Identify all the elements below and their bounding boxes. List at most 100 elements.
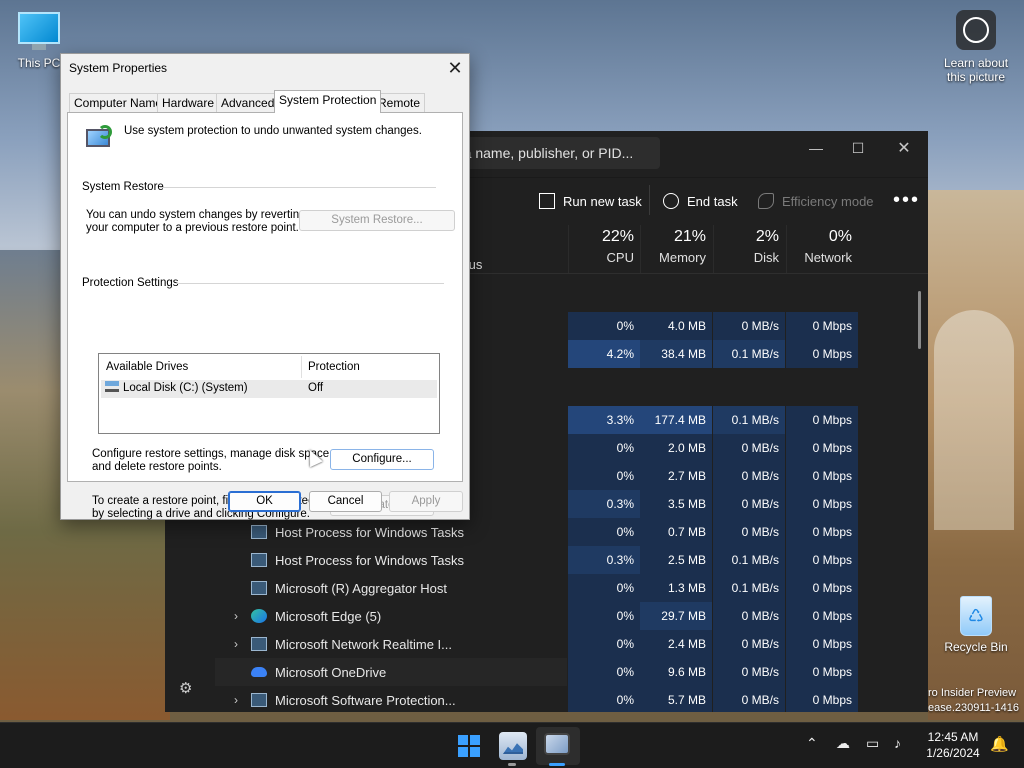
cell-disk: 0.1 MB/s bbox=[713, 406, 785, 434]
intro-text: Use system protection to undo unwanted s… bbox=[124, 125, 422, 137]
close-icon[interactable]: ✕ bbox=[441, 56, 469, 80]
tab-system-protection[interactable]: System Protection bbox=[274, 90, 382, 113]
disk-total: 2% bbox=[755, 228, 779, 245]
chevron-right-icon[interactable]: › bbox=[229, 693, 243, 707]
cell-memory: 2.7 MB bbox=[640, 462, 712, 490]
end-task-button[interactable]: End task bbox=[663, 187, 738, 215]
disk-label: Disk bbox=[753, 250, 779, 265]
process-row[interactable]: › Microsoft Network Realtime I... bbox=[229, 630, 452, 658]
cell-cpu: 0% bbox=[568, 434, 640, 462]
scrollbar-thumb[interactable] bbox=[918, 291, 921, 349]
maximize-icon[interactable]: ☐ bbox=[835, 135, 881, 161]
process-name: Microsoft OneDrive bbox=[275, 664, 387, 680]
tab-advanced[interactable]: Advanced bbox=[216, 93, 280, 112]
minimize-icon[interactable]: — bbox=[793, 135, 839, 161]
dialog-title: System Properties bbox=[69, 61, 168, 75]
column-header-cpu[interactable]: 22% CPU bbox=[568, 225, 640, 273]
ok-button[interactable]: OK bbox=[228, 491, 301, 512]
configure-button[interactable]: Configure... bbox=[330, 449, 434, 470]
cell-disk: 0.1 MB/s bbox=[713, 574, 785, 602]
cell-cpu: 4.2% bbox=[568, 340, 640, 368]
column-header-drives[interactable]: Available Drives bbox=[99, 356, 301, 378]
cell-cpu: 0% bbox=[568, 658, 640, 686]
notification-bell-icon[interactable]: 🔔 bbox=[990, 735, 1009, 753]
start-button[interactable] bbox=[455, 732, 483, 760]
desktop-icon-label: Recycle Bin bbox=[944, 640, 1008, 654]
tab-computer-name[interactable]: Computer Name bbox=[69, 93, 168, 112]
efficiency-mode-button[interactable]: Efficiency mode bbox=[758, 187, 874, 215]
process-name: Microsoft Network Realtime I... bbox=[275, 636, 452, 652]
watermark-line-1: ro Insider Preview bbox=[928, 687, 1017, 699]
cell-network: 0 Mbps bbox=[786, 490, 858, 518]
start-tile bbox=[458, 747, 468, 757]
window-process-icon bbox=[251, 525, 267, 539]
search-input[interactable]: e a name, publisher, or PID... bbox=[452, 145, 633, 161]
cell-network: 0 Mbps bbox=[786, 546, 858, 574]
taskbar: ⌃ ☁ ▭ ♪ 12:45 AM 1/26/2024 🔔 bbox=[0, 722, 1024, 768]
task-manager-taskbar-icon[interactable] bbox=[499, 732, 527, 760]
build-watermark: ro Insider Preview ease.230911-1416 bbox=[928, 686, 1019, 716]
cancel-button[interactable]: Cancel bbox=[309, 491, 382, 512]
cell-disk: 0 MB/s bbox=[713, 490, 785, 518]
cell-network: 0 Mbps bbox=[786, 518, 858, 546]
cell-cpu: 0% bbox=[568, 630, 640, 658]
configure-text-1: Configure restore settings, manage disk … bbox=[92, 448, 333, 460]
clock-time: 12:45 AM bbox=[927, 730, 979, 744]
gear-icon[interactable]: ⚙ bbox=[179, 679, 192, 697]
process-row[interactable]: Microsoft (R) Aggregator Host bbox=[229, 574, 447, 602]
drive-protection: Off bbox=[308, 382, 324, 394]
process-row[interactable]: › Microsoft Software Protection... bbox=[229, 686, 456, 712]
chevron-right-icon[interactable]: › bbox=[229, 609, 243, 623]
cell-network: 0 Mbps bbox=[786, 406, 858, 434]
process-row[interactable]: Microsoft OneDrive bbox=[215, 658, 567, 686]
process-row[interactable]: Host Process for Windows Tasks bbox=[229, 546, 464, 574]
onedrive-icon[interactable]: ☁ bbox=[836, 735, 850, 752]
run-new-task-button[interactable]: Run new task bbox=[539, 187, 642, 215]
memory-total: 21% bbox=[673, 228, 706, 245]
monitor-stand bbox=[32, 44, 46, 50]
cell-disk: 0 MB/s bbox=[713, 630, 785, 658]
close-icon[interactable]: ✕ bbox=[881, 135, 927, 161]
system-properties-dialog: System Properties ✕ Computer Name Hardwa… bbox=[60, 53, 470, 520]
cell-network: 0 Mbps bbox=[786, 686, 858, 712]
desktop-icon-learn-about-picture[interactable]: Learn about this picture bbox=[938, 10, 1014, 84]
cell-network: 0 Mbps bbox=[786, 574, 858, 602]
chevron-up-icon[interactable]: ⌃ bbox=[806, 735, 818, 752]
drives-list[interactable]: Available Drives Protection Local Disk (… bbox=[98, 353, 440, 434]
network-label: Network bbox=[804, 250, 852, 265]
cell-cpu: 0.3% bbox=[568, 490, 640, 518]
drive-row[interactable]: Local Disk (C:) (System) Off bbox=[101, 380, 437, 398]
process-name: Microsoft Software Protection... bbox=[275, 692, 456, 708]
chevron-right-icon[interactable]: › bbox=[229, 637, 243, 651]
network-icon[interactable]: ▭ bbox=[866, 735, 879, 752]
cell-disk: 0 MB/s bbox=[713, 658, 785, 686]
cell-memory: 29.7 MB bbox=[640, 602, 712, 630]
restore-text-2: your computer to a previous restore poin… bbox=[86, 222, 299, 234]
cell-network: 0 Mbps bbox=[786, 434, 858, 462]
more-options-button[interactable]: ••• bbox=[893, 189, 920, 212]
process-row[interactable]: Host Process for Windows Tasks bbox=[229, 518, 464, 546]
cell-memory: 3.5 MB bbox=[640, 490, 712, 518]
monitor-icon bbox=[18, 12, 60, 44]
desktop-icon-recycle-bin[interactable]: Recycle Bin bbox=[940, 596, 1012, 654]
process-row[interactable]: › Microsoft Edge (5) bbox=[229, 602, 381, 630]
tab-hardware[interactable]: Hardware bbox=[157, 93, 220, 112]
disk-icon bbox=[105, 381, 119, 392]
window-process-icon bbox=[251, 581, 267, 595]
process-name: Microsoft Edge (5) bbox=[275, 608, 382, 624]
volume-muted-icon[interactable]: ♪ bbox=[894, 735, 901, 751]
add-task-icon bbox=[539, 193, 555, 209]
configure-text-2: and delete restore points. bbox=[92, 461, 222, 473]
column-header-memory[interactable]: 21% Memory bbox=[640, 225, 712, 273]
column-header-protection[interactable]: Protection bbox=[301, 356, 439, 378]
cell-memory: 5.7 MB bbox=[640, 686, 712, 712]
system-restore-button[interactable]: System Restore... bbox=[299, 210, 455, 231]
watermark-line-2: ease.230911-1416 bbox=[928, 702, 1019, 714]
apply-button[interactable]: Apply bbox=[389, 491, 463, 512]
process-name: Host Process for Windows Tasks bbox=[275, 552, 465, 568]
cell-cpu: 0% bbox=[568, 462, 640, 490]
column-header-disk[interactable]: 2% Disk bbox=[713, 225, 785, 273]
memory-label: Memory bbox=[659, 250, 706, 265]
column-header-network[interactable]: 0% Network bbox=[786, 225, 858, 273]
clock[interactable]: 12:45 AM 1/26/2024 bbox=[918, 729, 988, 761]
